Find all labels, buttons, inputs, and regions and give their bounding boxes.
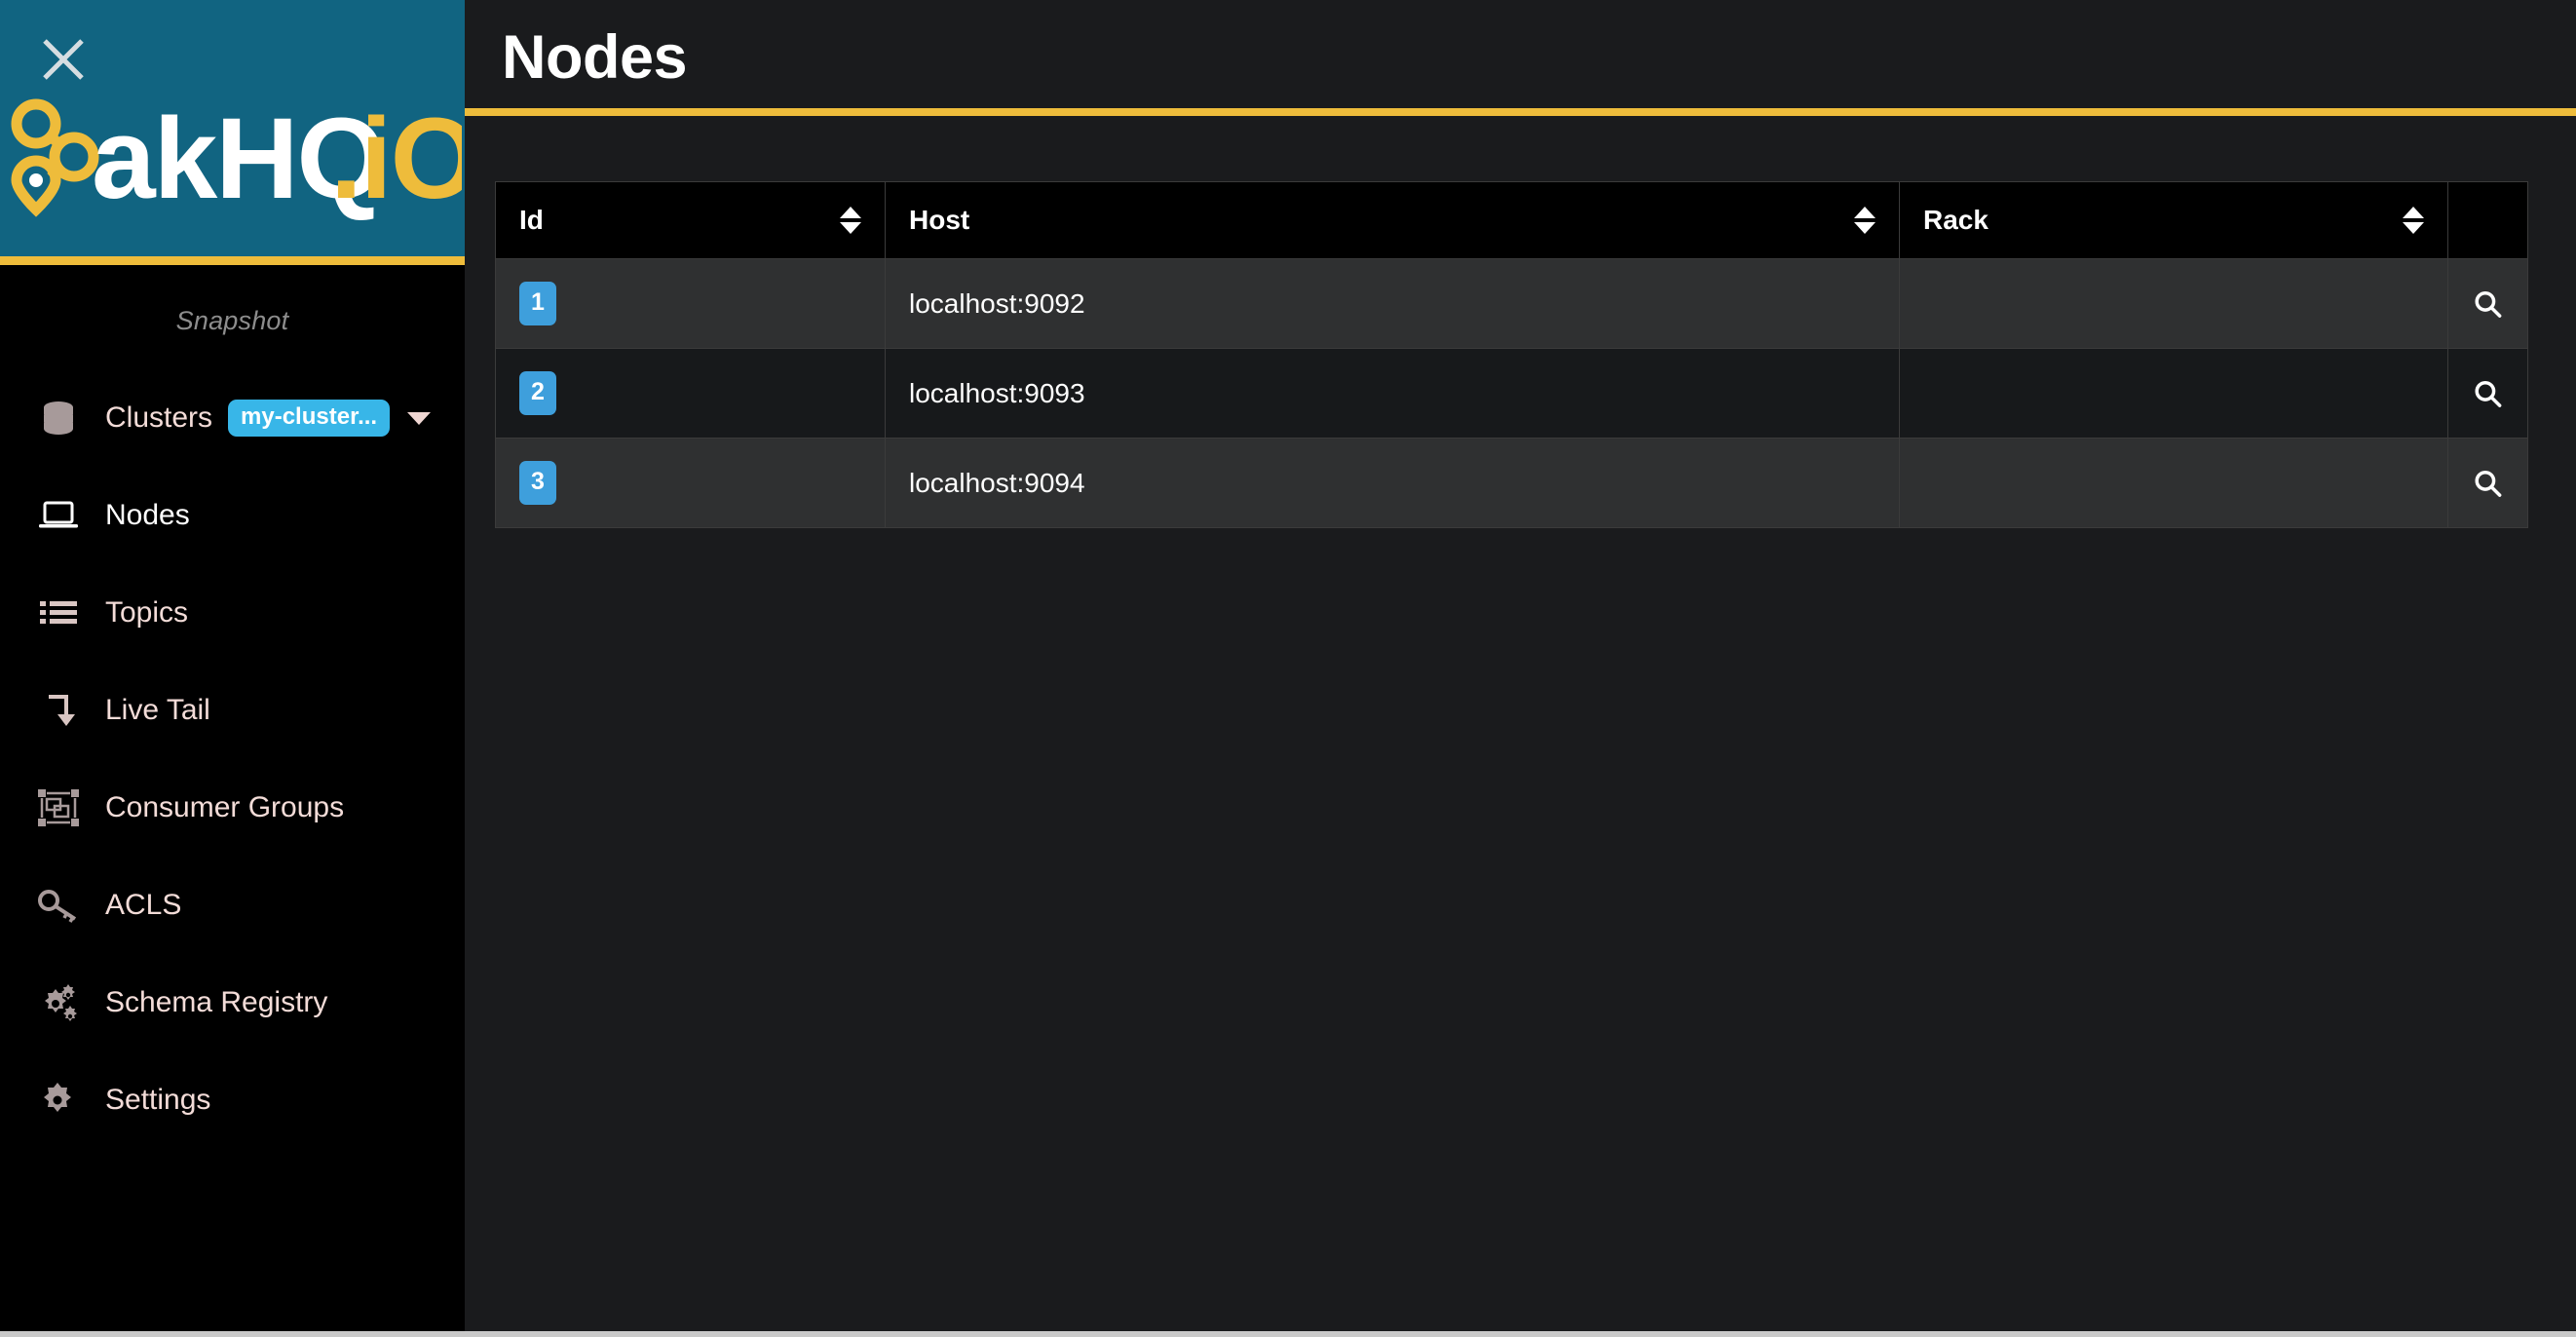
bottom-window-edge xyxy=(0,1331,2576,1337)
sort-toggle-icon[interactable] xyxy=(840,207,861,234)
cell-id: 1 xyxy=(495,258,886,349)
sidebar-item-label: Settings xyxy=(105,1084,211,1116)
page-header: Nodes xyxy=(465,0,2576,116)
cell-actions xyxy=(2447,258,2528,349)
cell-host: localhost:9094 xyxy=(885,438,1900,528)
cluster-selector-badge[interactable]: my-cluster... xyxy=(228,400,391,437)
sidebar-brand-header: akHQ .iO xyxy=(0,0,465,265)
node-id-badge: 3 xyxy=(519,461,556,505)
svg-text:.iO: .iO xyxy=(330,95,462,223)
arrow-down-tail-icon xyxy=(37,689,88,732)
sidebar-item-label: Live Tail xyxy=(105,694,210,726)
cell-actions xyxy=(2447,348,2528,439)
chevron-down-icon[interactable] xyxy=(407,411,432,425)
sidebar-item-clusters[interactable]: Clusters my-cluster... xyxy=(0,369,465,467)
cell-rack xyxy=(1899,438,2448,528)
akhq-logo[interactable]: akHQ .iO xyxy=(0,73,465,239)
cell-id: 3 xyxy=(495,438,886,528)
sidebar-item-label: Consumer Groups xyxy=(105,791,345,823)
table-row[interactable]: 2 localhost:9093 xyxy=(495,348,2528,439)
cell-host: localhost:9092 xyxy=(885,258,1900,349)
sidebar-item-consumer-groups[interactable]: Consumer Groups xyxy=(0,759,465,857)
table-row[interactable]: 1 localhost:9092 xyxy=(495,258,2528,349)
main-content: Nodes Id Host Rack 1 localhost:9092 2 lo… xyxy=(465,0,2576,1337)
sidebar-item-label: Clusters xyxy=(105,401,213,434)
sidebar-item-acls[interactable]: ACLS xyxy=(0,857,465,954)
column-header-host[interactable]: Host xyxy=(885,181,1900,259)
table-body: 1 localhost:9092 2 localhost:9093 3 loca… xyxy=(495,258,2528,528)
sidebar-nav: Clusters my-cluster... Nodes Topics Live… xyxy=(0,342,465,1149)
nodes-table: Id Host Rack 1 localhost:9092 2 localhos… xyxy=(495,181,2528,528)
column-header-label: Id xyxy=(519,205,544,235)
sidebar-item-schema-registry[interactable]: Schema Registry xyxy=(0,954,465,1051)
cell-id: 2 xyxy=(495,348,886,439)
sidebar-item-nodes[interactable]: Nodes xyxy=(0,467,465,564)
gear-icon xyxy=(37,1079,88,1122)
table-header-row: Id Host Rack xyxy=(495,181,2528,259)
snapshot-label: Snapshot xyxy=(175,306,289,335)
cogs-icon xyxy=(37,981,88,1024)
sidebar-item-label: Schema Registry xyxy=(105,986,328,1018)
sidebar-item-label: Topics xyxy=(105,596,189,629)
cell-host: localhost:9093 xyxy=(885,348,1900,439)
column-header-rack[interactable]: Rack xyxy=(1899,181,2448,259)
column-header-actions xyxy=(2447,181,2528,259)
cell-actions xyxy=(2447,438,2528,528)
object-group-icon xyxy=(37,786,88,829)
sidebar-item-topics[interactable]: Topics xyxy=(0,564,465,662)
nodes-table-container: Id Host Rack 1 localhost:9092 2 localhos… xyxy=(465,116,2576,528)
sidebar-item-live-tail[interactable]: Live Tail xyxy=(0,662,465,759)
sidebar: akHQ .iO Snapshot Clusters my-cluster...… xyxy=(0,0,465,1337)
search-icon[interactable] xyxy=(2472,439,2504,527)
node-id-badge: 2 xyxy=(519,371,556,415)
sidebar-item-settings[interactable]: Settings xyxy=(0,1051,465,1149)
column-header-label: Rack xyxy=(1923,205,1989,235)
cell-rack xyxy=(1899,258,2448,349)
table-head: Id Host Rack xyxy=(495,181,2528,259)
node-id-badge: 1 xyxy=(519,282,556,325)
sort-toggle-icon[interactable] xyxy=(1854,207,1875,234)
search-icon[interactable] xyxy=(2472,259,2504,348)
list-icon xyxy=(37,592,88,634)
sidebar-item-label: Nodes xyxy=(105,499,190,531)
page-title: Nodes xyxy=(502,23,688,92)
cell-rack xyxy=(1899,348,2448,439)
database-stack-icon xyxy=(37,397,88,439)
column-header-id[interactable]: Id xyxy=(495,181,886,259)
sort-toggle-icon[interactable] xyxy=(2403,207,2424,234)
search-icon[interactable] xyxy=(2472,349,2504,438)
app-window: akHQ .iO Snapshot Clusters my-cluster...… xyxy=(0,0,2576,1337)
table-row[interactable]: 3 localhost:9094 xyxy=(495,438,2528,528)
column-header-label: Host xyxy=(909,205,970,235)
laptop-icon xyxy=(37,494,88,537)
sidebar-item-label: ACLS xyxy=(105,889,182,921)
key-icon xyxy=(37,884,88,927)
